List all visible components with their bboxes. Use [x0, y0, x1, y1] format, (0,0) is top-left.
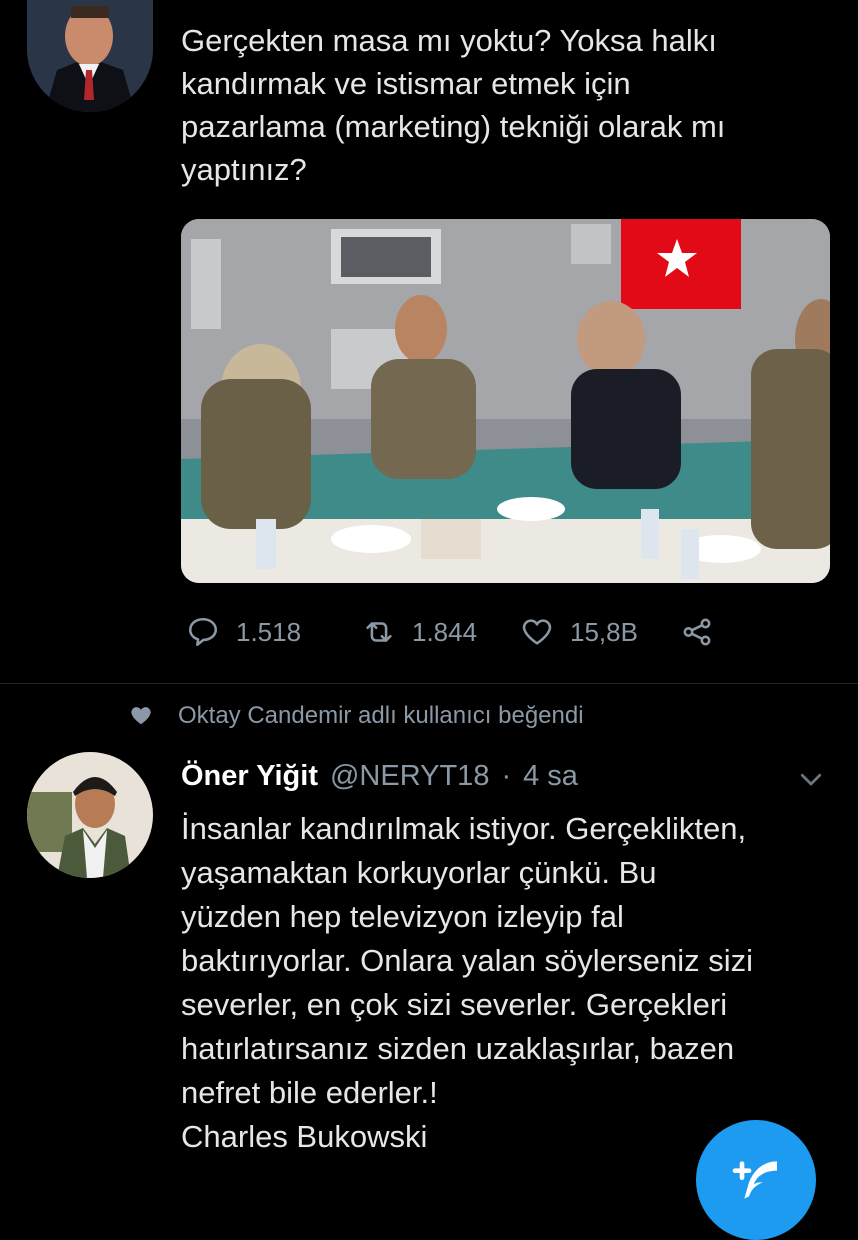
- tweet-header: Öner Yiğit @NERYT18 · 4 sa: [181, 760, 578, 793]
- tweet-photo[interactable]: [181, 219, 830, 583]
- heart-icon: [131, 707, 151, 725]
- avatar[interactable]: [27, 0, 153, 112]
- tweet-text: İnsanlar kandırılmak istiyor. Gerçeklikt…: [181, 811, 754, 1154]
- user-avatar-photo: [27, 752, 153, 878]
- social-context[interactable]: Oktay Candemir adlı kullanıcı beğendi: [130, 702, 584, 730]
- heart-icon: [522, 619, 552, 645]
- user-avatar-photo: [27, 0, 153, 112]
- share-button[interactable]: [680, 615, 730, 649]
- photo-image: [181, 219, 830, 583]
- like-count: 15,8B: [570, 616, 638, 647]
- tweet-text: Gerçekten masa mı yoktu? Yoksa halkı kan…: [181, 23, 726, 187]
- social-context-text: Oktay Candemir adlı kullanıcı beğendi: [178, 702, 584, 729]
- reply-icon: [188, 617, 218, 647]
- reply-count: 1.518: [236, 616, 302, 647]
- tweet-actions: 1.518 1.844 15,8B: [186, 612, 730, 652]
- retweet-count: 1.844: [412, 616, 478, 647]
- share-icon: [683, 618, 711, 646]
- reply-button[interactable]: 1.518: [186, 615, 362, 649]
- timestamp[interactable]: 4 sa: [523, 760, 578, 793]
- compose-tweet-button[interactable]: [696, 1120, 816, 1240]
- retweet-icon: [366, 622, 392, 642]
- like-button[interactable]: 15,8B: [520, 615, 680, 649]
- chevron-down-icon[interactable]: [796, 764, 826, 794]
- divider: [0, 683, 858, 684]
- user-handle[interactable]: @NERYT18: [330, 760, 489, 793]
- display-name[interactable]: Öner Yiğit: [181, 760, 318, 793]
- retweet-button[interactable]: 1.844: [362, 615, 520, 649]
- avatar[interactable]: [27, 752, 153, 878]
- separator: ·: [501, 760, 512, 792]
